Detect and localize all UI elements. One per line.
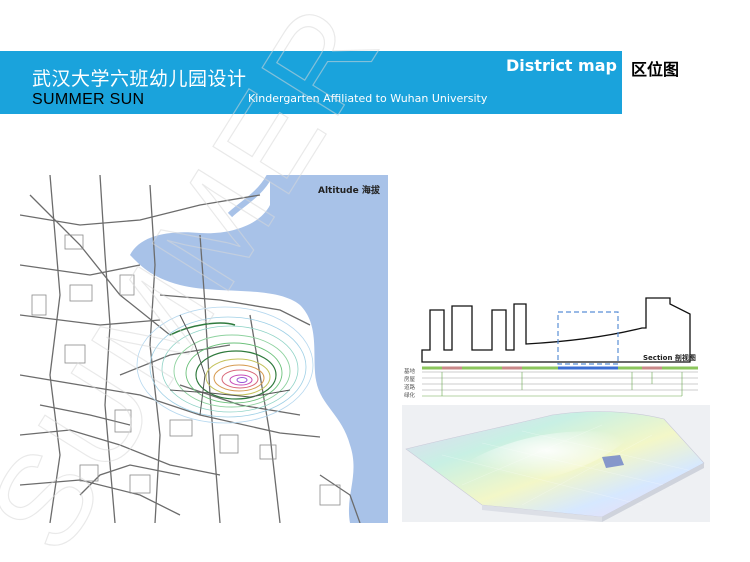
project-subtitle: Kindergarten Affiliated to Wuhan Univers…	[248, 92, 488, 105]
project-title-cn: 武汉大学六班幼儿园设计	[32, 68, 247, 90]
section-diagram	[421, 297, 698, 397]
legend-building: 房屋	[404, 377, 416, 383]
section-title-en: District map	[506, 56, 617, 75]
legend-site: 基地	[404, 369, 416, 375]
section-label: Section 剖视图	[643, 354, 696, 362]
terrain-model	[402, 405, 710, 522]
section-title-cn: 区位图	[631, 60, 680, 79]
legend-greenery: 绿化	[404, 393, 416, 399]
district-map	[20, 175, 388, 523]
project-title-en: SUMMER SUN	[32, 91, 145, 108]
altitude-label: Altitude 海拔	[318, 186, 380, 196]
legend-road: 道路	[404, 385, 416, 391]
